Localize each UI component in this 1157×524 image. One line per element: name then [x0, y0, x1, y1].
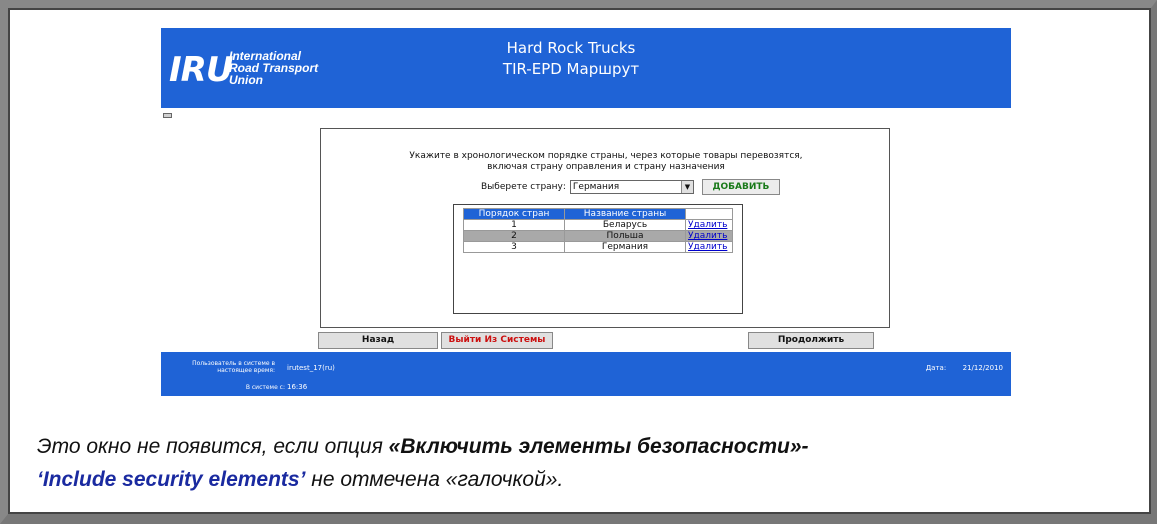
- iru-logo: IRU International Road Transport Union: [169, 48, 329, 96]
- logo-text: International Road Transport Union: [229, 49, 319, 87]
- row-country: Беларусь: [564, 219, 686, 231]
- caption-part1: Это окно не появится, если опция: [37, 435, 389, 458]
- back-button[interactable]: Назад: [318, 332, 438, 349]
- column-header-name: Название страны: [564, 208, 686, 220]
- login-time-label: В системе с:: [245, 384, 285, 391]
- table-row: 3 Германия Удалить: [463, 241, 733, 253]
- page-subtitle: TIR-EPD Маршрут: [502, 60, 640, 78]
- caption-option-english: ‘Include security elements’: [37, 468, 306, 491]
- table-row: 2 Польша Удалить: [463, 230, 733, 242]
- country-select[interactable]: Германия ▼: [569, 180, 694, 194]
- row-order: 2: [463, 230, 565, 242]
- caption-option-name: «Включить элементы безопасности»-: [388, 435, 809, 458]
- date-value: 21/12/2010: [962, 364, 1003, 372]
- delete-link[interactable]: Удалить: [685, 219, 733, 231]
- country-select-value: Германия: [572, 182, 620, 192]
- countries-table: Порядок стран Название страны 1 Беларусь…: [463, 208, 733, 253]
- status-footer: Пользователь в системе в настоящее время…: [161, 352, 1011, 396]
- date-label: Дата:: [925, 364, 947, 372]
- continue-button[interactable]: Продолжить: [748, 332, 874, 349]
- row-order: 3: [463, 241, 565, 253]
- logo-mark: IRU: [169, 50, 233, 90]
- route-panel: Укажите в хронологическом порядке страны…: [320, 128, 890, 328]
- delete-link[interactable]: Удалить: [685, 230, 733, 242]
- header-bar: IRU International Road Transport Union H…: [161, 28, 1011, 108]
- caption-part4: не отмечена «галочкой».: [305, 468, 564, 491]
- logout-button[interactable]: Выйти Из Системы: [441, 332, 553, 349]
- row-order: 1: [463, 219, 565, 231]
- instruction-text: Укажите в хронологическом порядке страны…: [409, 151, 803, 172]
- app-window: IRU International Road Transport Union H…: [161, 28, 1011, 396]
- country-select-label: Выберете страну:: [481, 182, 566, 192]
- caption-note: Это окно не появится, если опция «Включи…: [37, 430, 1137, 496]
- countries-list-box: Порядок стран Название страны 1 Беларусь…: [453, 204, 743, 314]
- country-select-row: Выберете страну: Германия ▼ ДОБАВИТЬ: [481, 177, 780, 197]
- page-title: Hard Rock Trucks TIR-EPD Маршрут: [361, 38, 781, 80]
- column-header-action: [685, 208, 733, 220]
- collapse-icon[interactable]: [163, 113, 172, 118]
- current-user-label: Пользователь в системе в настоящее время…: [192, 360, 275, 374]
- company-name: Hard Rock Trucks: [506, 39, 636, 57]
- delete-link[interactable]: Удалить: [685, 241, 733, 253]
- current-user-value: irutest_17(ru): [287, 364, 335, 372]
- date-display: Дата: 21/12/2010: [926, 364, 1003, 372]
- table-row: 1 Беларусь Удалить: [463, 219, 733, 231]
- chevron-down-icon[interactable]: ▼: [680, 181, 693, 193]
- column-header-order: Порядок стран: [463, 208, 565, 220]
- add-country-button[interactable]: ДОБАВИТЬ: [701, 179, 780, 195]
- row-country: Германия: [564, 241, 686, 253]
- login-time-value: 16:36: [287, 383, 308, 391]
- table-header-row: Порядок стран Название страны: [463, 208, 733, 220]
- row-country: Польша: [564, 230, 686, 242]
